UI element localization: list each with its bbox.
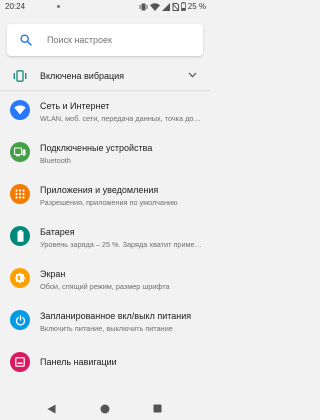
- settings-item-navigation-bar[interactable]: Панель навигации: [0, 344, 210, 386]
- settings-item-connected-devices[interactable]: Подключенные устройства Bluetooth: [0, 134, 210, 176]
- back-button[interactable]: [47, 404, 56, 414]
- settings-item-title: Подключенные устройства: [40, 143, 153, 153]
- search-bar[interactable]: [7, 24, 203, 56]
- battery-icon: [180, 2, 186, 11]
- brightness-icon: [10, 268, 30, 288]
- status-icons: 25 %: [139, 0, 206, 13]
- condition-label: Включена вибрация: [40, 71, 125, 81]
- navigation-icon: [10, 352, 30, 372]
- settings-item-subtitle: WLAN, моб. сети, передача данных, точка …: [40, 114, 204, 123]
- settings-item-title: Панель навигации: [40, 357, 117, 367]
- settings-item-subtitle: Bluetooth: [40, 156, 71, 165]
- wifi-icon: [10, 100, 30, 120]
- settings-list: Сеть и Интернет WLAN, моб. сети, передач…: [0, 92, 210, 386]
- settings-item-network[interactable]: Сеть и Интернет WLAN, моб. сети, передач…: [0, 92, 210, 134]
- vibrate-icon: [139, 3, 148, 10]
- settings-item-display[interactable]: Экран Обои, спящий режим, размер шрифта: [0, 260, 210, 302]
- settings-item-subtitle: Уровень заряда – 25 %. Заряда хватит при…: [40, 240, 204, 249]
- navigation-bar: [0, 398, 210, 420]
- search-icon[interactable]: [20, 34, 32, 46]
- divider: [0, 90, 210, 91]
- status-time: 20:24: [5, 2, 26, 11]
- condition-vibration[interactable]: Включена вибрация: [0, 63, 210, 89]
- home-button[interactable]: [100, 404, 110, 414]
- wifi-icon: [149, 2, 160, 11]
- battery-percent: 25 %: [187, 2, 206, 11]
- settings-item-apps[interactable]: Приложения и уведомления Разрешения, при…: [0, 176, 210, 218]
- settings-item-title: Экран: [40, 269, 66, 279]
- battery-icon: [10, 226, 30, 246]
- settings-item-subtitle: Разрешения, приложения по умолчанию: [40, 198, 178, 207]
- settings-item-subtitle: Включить питание, выключить питание: [40, 324, 173, 333]
- settings-item-title: Батарея: [40, 227, 75, 237]
- status-bar: 20:24 25 %: [0, 0, 210, 13]
- power-icon: [10, 310, 30, 330]
- settings-item-title: Сеть и Интернет: [40, 101, 110, 111]
- settings-item-scheduled-power[interactable]: Запланированное вкл/выкл питания Включит…: [0, 302, 210, 344]
- settings-item-subtitle: Обои, спящий режим, размер шрифта: [40, 282, 170, 291]
- settings-item-title: Приложения и уведомления: [40, 185, 159, 195]
- settings-item-title: Запланированное вкл/выкл питания: [40, 311, 192, 321]
- recents-button[interactable]: [153, 404, 162, 413]
- vibrate-icon: [13, 70, 27, 82]
- settings-item-battery[interactable]: Батарея Уровень заряда – 25 %. Заряда хв…: [0, 218, 210, 260]
- no-sim-icon: [171, 2, 179, 11]
- search-input[interactable]: [47, 32, 197, 48]
- signal-icon: [161, 2, 170, 11]
- chevron-down-icon[interactable]: [188, 72, 197, 78]
- apps-icon: [10, 184, 30, 204]
- notification-dot-icon: [57, 5, 60, 8]
- devices-icon: [10, 142, 30, 162]
